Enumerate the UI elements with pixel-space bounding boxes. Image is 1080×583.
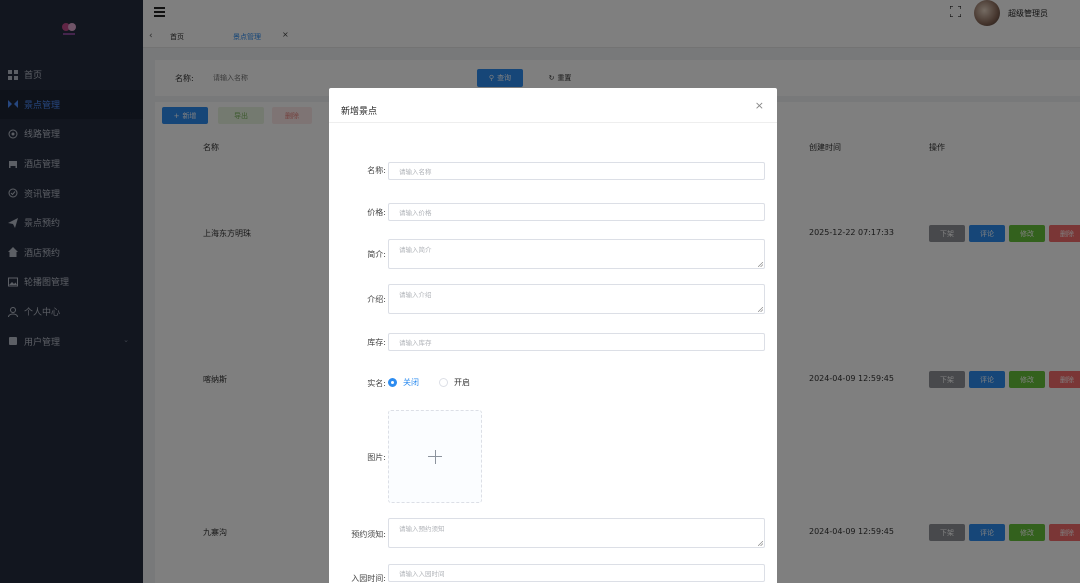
field-label-intro: 简介: <box>367 250 386 259</box>
name-input[interactable]: 请输入名称 <box>388 162 765 180</box>
desc-placeholder: 请输入介绍 <box>399 291 432 299</box>
dialog-title: 新增景点 <box>341 107 378 117</box>
resize-handle-icon[interactable] <box>758 541 763 546</box>
add-scenic-dialog: 新增景点 × 名称: 请输入名称 价格: 请输入价格 简介: 请输入简介 介绍:… <box>329 88 777 583</box>
name-placeholder: 请输入名称 <box>399 168 432 176</box>
stock-input[interactable]: 请输入库存 <box>388 333 765 351</box>
field-label-price: 价格: <box>367 208 386 217</box>
radio-off-label[interactable]: 关闭 <box>403 377 419 388</box>
resize-handle-icon[interactable] <box>758 307 763 312</box>
plus-icon <box>428 449 442 464</box>
radio-on[interactable] <box>439 378 448 387</box>
radio-on-label[interactable]: 开启 <box>454 377 470 388</box>
realname-radio-group: 关闭 开启 <box>388 377 470 388</box>
price-placeholder: 请输入价格 <box>399 209 432 217</box>
notice-placeholder: 请输入预约须知 <box>399 525 445 533</box>
field-label-desc: 介绍: <box>367 295 386 304</box>
stock-placeholder: 请输入库存 <box>399 339 432 347</box>
price-input[interactable]: 请输入价格 <box>388 203 765 221</box>
field-label-name: 名称: <box>367 166 386 175</box>
field-label-entry-time: 入园时间: <box>351 574 386 583</box>
resize-handle-icon[interactable] <box>758 262 763 267</box>
entry-time-placeholder: 请输入入园时间 <box>399 570 445 578</box>
image-upload[interactable] <box>388 410 482 503</box>
field-label-realname: 实名: <box>367 379 386 388</box>
radio-off[interactable] <box>388 378 397 387</box>
intro-placeholder: 请输入简介 <box>399 246 432 254</box>
field-label-image: 图片: <box>367 453 386 462</box>
field-label-notice: 预约须知: <box>351 530 386 539</box>
close-icon[interactable]: × <box>755 99 764 112</box>
desc-textarea[interactable]: 请输入介绍 <box>388 284 765 314</box>
dialog-divider <box>329 122 777 123</box>
entry-time-input[interactable]: 请输入入园时间 <box>388 564 765 582</box>
intro-textarea[interactable]: 请输入简介 <box>388 239 765 269</box>
field-label-stock: 库存: <box>367 338 386 347</box>
notice-textarea[interactable]: 请输入预约须知 <box>388 518 765 548</box>
